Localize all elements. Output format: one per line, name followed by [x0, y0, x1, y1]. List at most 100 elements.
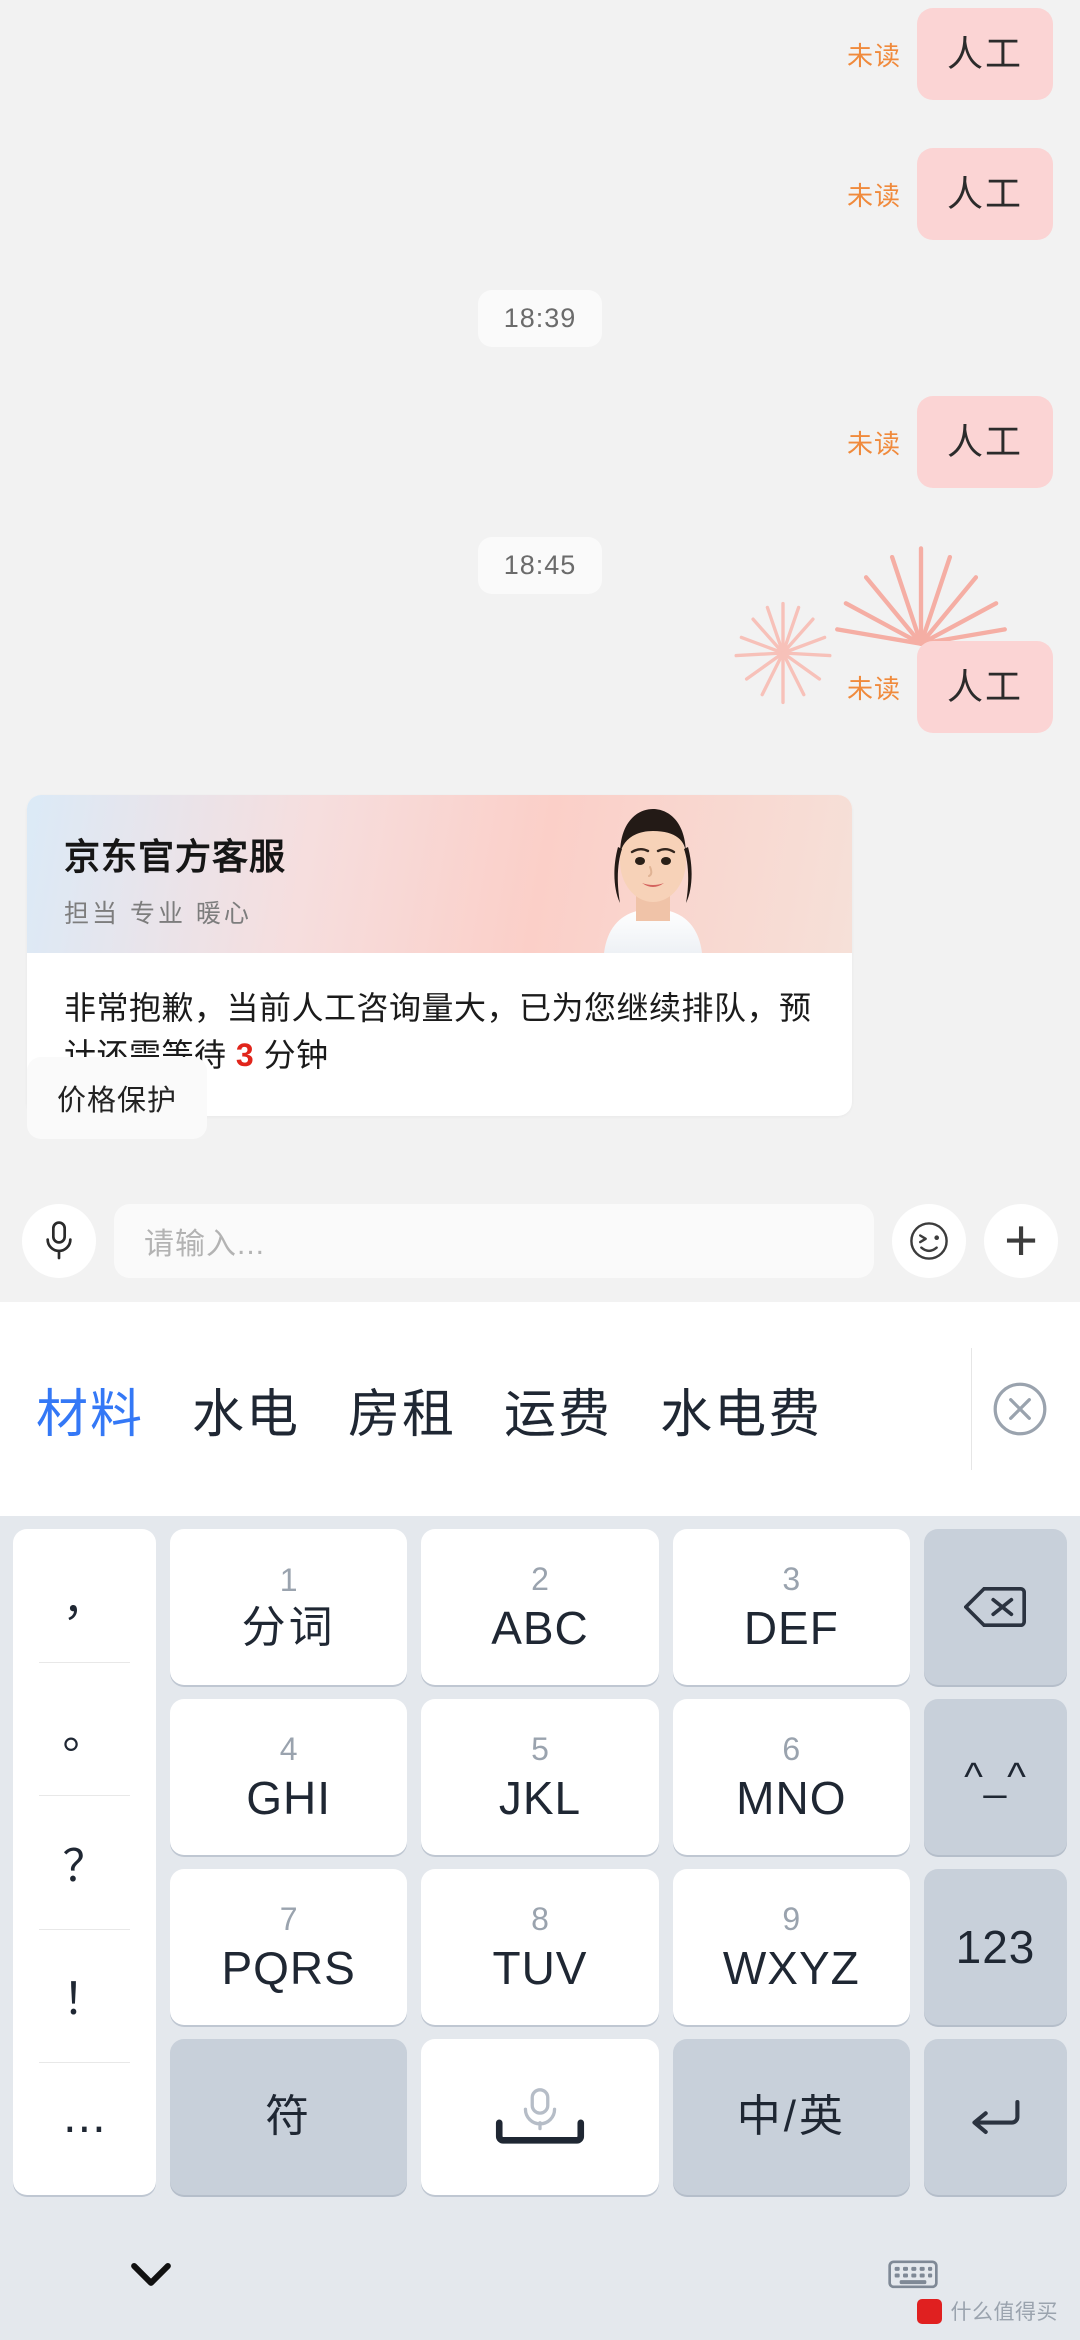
key-number: 8 — [531, 1901, 549, 1937]
candidate-item[interactable]: 水电费 — [660, 1372, 822, 1447]
timestamp: 18:45 — [477, 537, 603, 594]
key-number: 9 — [782, 1901, 801, 1937]
voice-input-button[interactable] — [22, 1204, 96, 1278]
punctuation-key-period[interactable]: 。 — [13, 1662, 156, 1795]
wait-minutes-value: 3 — [235, 1037, 255, 1074]
key-8-tuv[interactable]: 8 TUV — [421, 1869, 659, 2025]
candidate-item[interactable]: 材料 — [36, 1372, 144, 1447]
space-mic-icon — [495, 2088, 585, 2144]
service-card-header-text: 京东官方客服 担当 专业 暖心 — [64, 828, 286, 930]
key-label: 123 — [955, 1921, 1036, 1973]
key-label: MNO — [736, 1772, 847, 1824]
message-row: 未读 人工 — [0, 0, 1080, 108]
timestamp-row: 18:45 — [0, 537, 1080, 594]
key-label: GHI — [246, 1772, 332, 1824]
enter-icon — [972, 2100, 1020, 2134]
timestamp: 18:39 — [477, 290, 603, 347]
service-card-body-part2: 分钟 — [254, 1037, 329, 1074]
message-input-bar: 请输入... + — [0, 1180, 1080, 1302]
punctuation-key-exclamation[interactable]: ！ — [13, 1928, 156, 2062]
circle-close-icon — [993, 1382, 1047, 1436]
key-label: ^_^ — [964, 1755, 1027, 1799]
key-symbols[interactable]: 符 — [170, 2039, 408, 2195]
user-message-bubble[interactable]: 人工 — [916, 396, 1053, 488]
key-number: 1 — [279, 1562, 298, 1598]
user-message-bubble[interactable]: 人工 — [916, 8, 1053, 100]
service-card-header: 京东官方客服 担当 专业 暖心 — [27, 795, 852, 953]
key-kaomoji[interactable]: ^_^ — [923, 1699, 1067, 1855]
watermark: 什么值得买 — [916, 2296, 1059, 2326]
keyboard-layout-icon — [888, 2260, 938, 2289]
key-numeric-mode[interactable]: 123 — [923, 1869, 1067, 2025]
user-message-bubble[interactable]: 人工 — [916, 641, 1053, 733]
candidate-item[interactable]: 水电 — [192, 1372, 300, 1447]
key-label: 中/英 — [736, 2092, 846, 2141]
timestamp-row: 18:39 — [0, 290, 1080, 347]
keyboard-key-grid: ， 。 ？ ！ ⋯ 1 分词 2 ABC 3 DEF 4 GHI 5 JKL 6… — [0, 1516, 1080, 2202]
key-language-toggle[interactable]: 中/英 — [672, 2039, 910, 2195]
key-3-def[interactable]: 3 DEF — [672, 1529, 910, 1685]
watermark-text: 什么值得买 — [950, 2301, 1058, 2324]
key-7-pqrs[interactable]: 7 PQRS — [170, 1869, 408, 2025]
message-text-input[interactable]: 请输入... — [114, 1204, 874, 1278]
chevron-down-icon — [131, 2263, 171, 2286]
message-row: 未读 人工 — [0, 633, 1080, 741]
user-message-bubble[interactable]: 人工 — [916, 148, 1053, 240]
key-label: 符 — [265, 2092, 313, 2141]
emoji-picker-button[interactable] — [892, 1204, 966, 1278]
unread-status-label: 未读 — [846, 673, 901, 704]
key-label: WXYZ — [722, 1942, 860, 1994]
punctuation-key-comma[interactable]: ， — [13, 1529, 156, 1662]
key-space[interactable] — [421, 2039, 659, 2195]
key-5-jkl[interactable]: 5 JKL — [421, 1699, 659, 1855]
punctuation-key-more[interactable]: ⋯ — [13, 2061, 156, 2195]
key-1-fenci[interactable]: 1 分词 — [170, 1529, 408, 1685]
key-number: 4 — [279, 1731, 298, 1767]
chat-message-list[interactable]: 未读 人工 未读 人工 18:39 未读 人工 18:45 未读 人工 京东官方… — [0, 0, 1080, 1302]
key-2-abc[interactable]: 2 ABC — [421, 1529, 659, 1685]
key-label: JKL — [498, 1772, 582, 1824]
key-label: 分词 — [241, 1603, 336, 1652]
keyboard-layout-button[interactable] — [888, 2256, 938, 2297]
key-4-ghi[interactable]: 4 GHI — [170, 1699, 408, 1855]
key-label: ABC — [491, 1602, 589, 1654]
key-label: PQRS — [221, 1942, 356, 1994]
key-number: 3 — [782, 1561, 801, 1597]
microphone-icon — [46, 1221, 72, 1260]
candidate-close-button[interactable] — [982, 1371, 1058, 1447]
key-6-mno[interactable]: 6 MNO — [672, 1699, 910, 1855]
message-input-placeholder: 请输入... — [144, 1228, 266, 1261]
plus-icon: + — [1004, 1208, 1038, 1273]
message-row: 未读 人工 — [0, 388, 1080, 496]
key-enter[interactable] — [923, 2039, 1067, 2195]
message-row: 未读 人工 — [0, 140, 1080, 248]
backspace-icon — [964, 1586, 1027, 1628]
key-number: 6 — [782, 1731, 801, 1767]
watermark-logo-icon — [916, 2298, 942, 2324]
key-label: DEF — [743, 1602, 839, 1654]
hide-keyboard-button[interactable] — [128, 2259, 174, 2294]
key-backspace[interactable] — [923, 1529, 1067, 1685]
unread-status-label: 未读 — [846, 428, 901, 459]
virtual-keyboard: 材料 水电 房租 运费 水电费 ， 。 ？ ！ ⋯ 1 分词 2 ABC 3 D… — [0, 1302, 1080, 2340]
candidate-item[interactable]: 运费 — [504, 1372, 612, 1447]
key-number: 2 — [531, 1561, 549, 1597]
candidate-item[interactable]: 房租 — [348, 1372, 456, 1447]
punctuation-column[interactable]: ， 。 ？ ！ ⋯ — [13, 1529, 156, 2195]
key-number: 5 — [531, 1731, 549, 1767]
candidate-divider — [971, 1348, 972, 1470]
key-label: TUV — [492, 1942, 588, 1994]
service-card-title: 京东官方客服 — [64, 836, 287, 877]
key-number: 7 — [279, 1901, 298, 1937]
unread-status-label: 未读 — [846, 180, 901, 211]
candidate-strip[interactable]: 材料 水电 房租 运费 水电费 — [0, 1302, 1080, 1516]
smiley-face-icon — [910, 1222, 948, 1260]
agent-avatar-photo — [604, 809, 702, 953]
punctuation-key-question[interactable]: ？ — [13, 1795, 156, 1928]
candidate-scroll-container[interactable]: 材料 水电 房租 运费 水电费 — [0, 1372, 1080, 1447]
add-attachment-button[interactable]: + — [984, 1204, 1058, 1278]
service-card-subtitle: 担当 专业 暖心 — [64, 900, 252, 928]
unread-status-label: 未读 — [846, 40, 901, 71]
key-9-wxyz[interactable]: 9 WXYZ — [672, 1869, 910, 2025]
quick-reply-price-protection[interactable]: 价格保护 — [27, 1057, 208, 1139]
